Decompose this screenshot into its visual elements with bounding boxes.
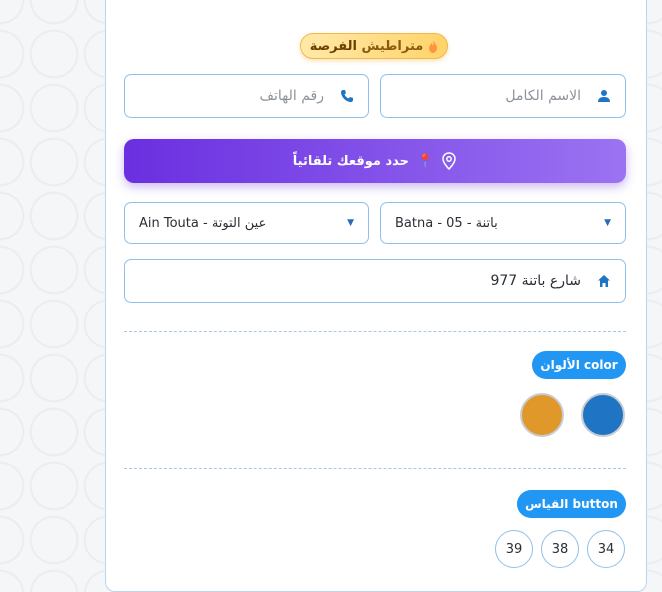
phone-icon xyxy=(341,90,353,102)
size-option-34[interactable]: 34 xyxy=(587,530,625,568)
phone-placeholder: رقم الهاتف xyxy=(259,88,324,104)
commune-select[interactable]: Ain Touta - عين التوتة ▼ xyxy=(124,202,369,244)
colors-label-pill: الألوان color xyxy=(532,351,626,379)
badge-text: متراطيش الفرصة xyxy=(309,38,424,54)
address-field[interactable]: شارع باتنة 977 xyxy=(124,259,626,303)
full-name-field[interactable]: الاسم الكامل xyxy=(380,74,626,118)
offer-badge: متراطيش الفرصة xyxy=(300,33,448,59)
phone-field[interactable]: رقم الهاتف xyxy=(124,74,369,118)
color-swatch-blue[interactable] xyxy=(581,393,625,437)
caret-down-icon: ▼ xyxy=(347,218,354,228)
wilaya-select[interactable]: Batna - 05 - باتنة ▼ xyxy=(380,202,626,244)
size-label-pill: القياس button xyxy=(517,490,626,518)
address-value: شارع باتنة 977 xyxy=(490,273,581,289)
caret-down-icon: ▼ xyxy=(604,218,611,228)
home-icon xyxy=(598,275,610,287)
size-option-38[interactable]: 38 xyxy=(541,530,579,568)
locate-button-label: حدد موقعك تلقائياً xyxy=(292,153,410,169)
user-icon xyxy=(598,90,610,102)
wilaya-value: Batna - 05 - باتنة xyxy=(395,215,498,231)
section-divider xyxy=(124,468,626,469)
flame-icon xyxy=(429,39,438,53)
locate-me-button[interactable]: 📍 حدد موقعك تلقائياً xyxy=(124,139,626,183)
locate-pin-emoji: 📍 xyxy=(417,153,434,169)
location-pin-icon xyxy=(442,152,456,170)
size-option-39[interactable]: 39 xyxy=(495,530,533,568)
full-name-placeholder: الاسم الكامل xyxy=(505,88,581,104)
section-divider xyxy=(124,331,626,332)
color-swatch-orange[interactable] xyxy=(520,393,564,437)
commune-value: Ain Touta - عين التوتة xyxy=(139,215,267,231)
